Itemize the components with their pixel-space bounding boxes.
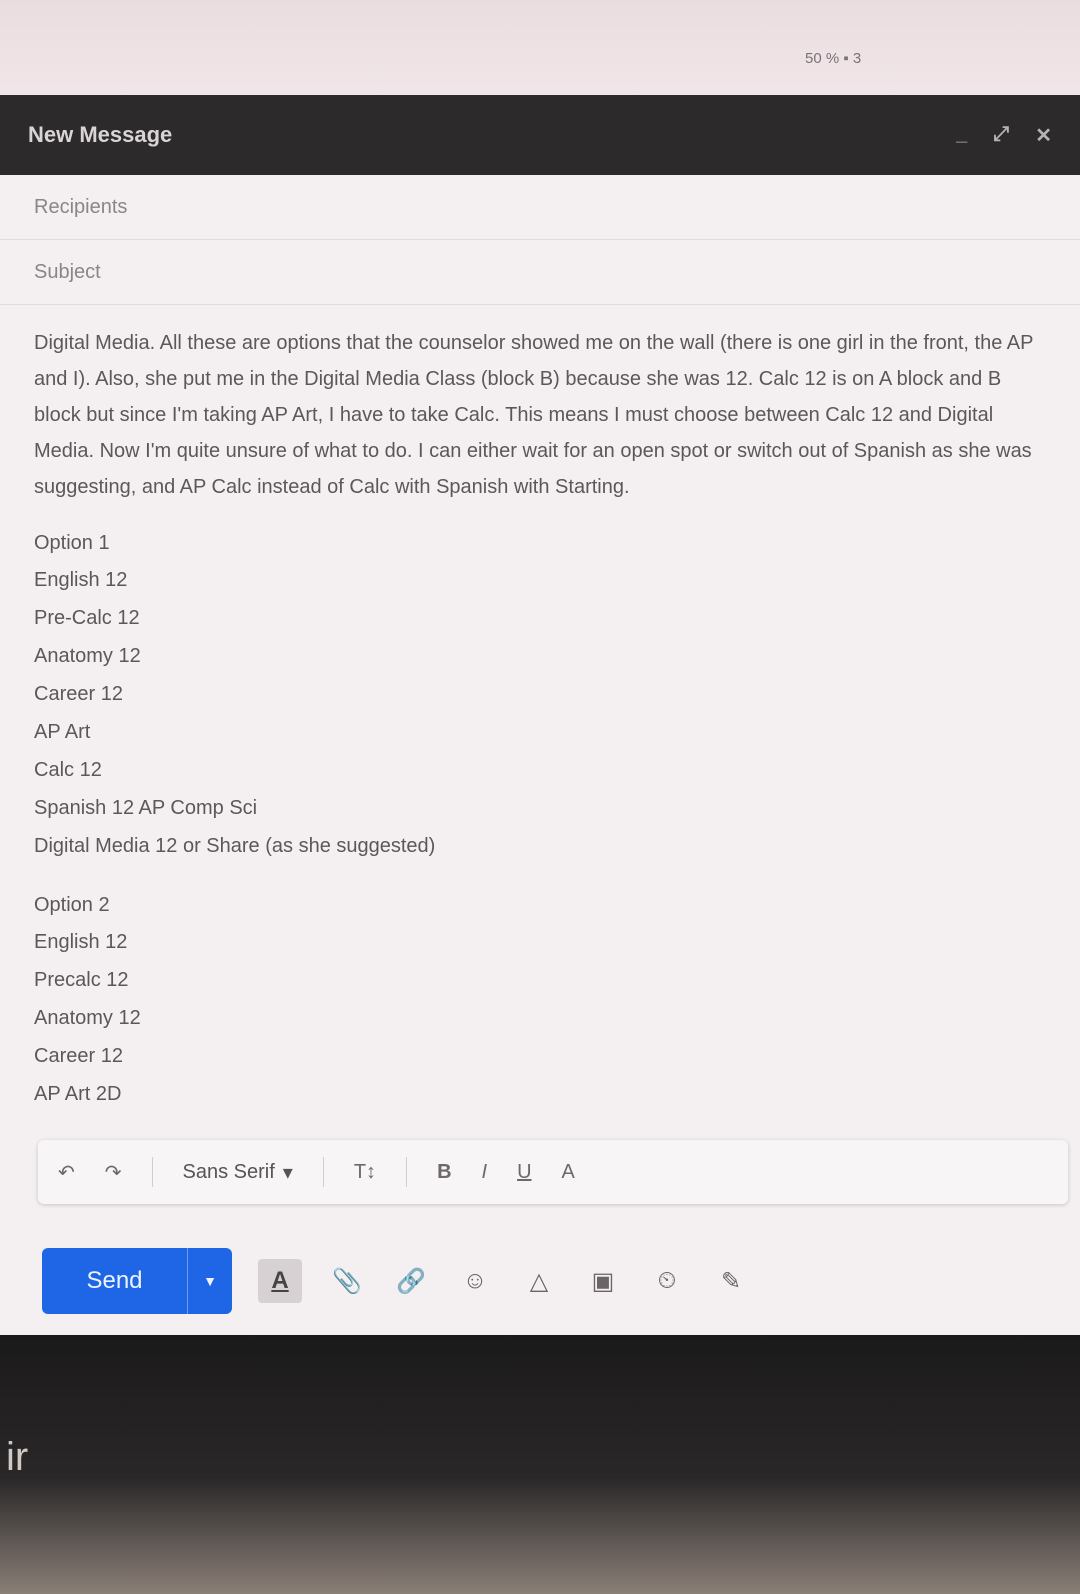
underline-icon[interactable]: U bbox=[517, 1161, 531, 1184]
compose-header: New Message _ ⤢ ✕ bbox=[0, 95, 1080, 175]
text-color-icon[interactable]: A bbox=[562, 1161, 575, 1184]
italic-icon[interactable]: I bbox=[482, 1161, 488, 1184]
attach-icon[interactable]: 📎 bbox=[328, 1262, 366, 1300]
formatting-options-icon[interactable]: A bbox=[258, 1259, 302, 1303]
list-item: Spanish 12 AP Comp Sci bbox=[34, 797, 258, 819]
send-button[interactable]: Send ▼ bbox=[42, 1248, 232, 1314]
compose-bottom-bar: Send ▼ A 📎 🔗 ☺ △ ▣ ⏲ ✎ bbox=[42, 1248, 750, 1314]
subject-field[interactable]: Subject bbox=[0, 240, 1080, 305]
recipients-placeholder: Recipients bbox=[34, 195, 128, 218]
list-item: Anatomy 12 bbox=[34, 1007, 141, 1029]
close-icon[interactable]: ✕ bbox=[1035, 123, 1052, 148]
desk-foreground: ir bbox=[0, 1335, 1080, 1594]
list-item: AP Art 2D bbox=[34, 1083, 122, 1105]
background-wall: 50 % ▪ 3 bbox=[0, 0, 1080, 100]
signature-icon[interactable]: ✎ bbox=[712, 1262, 750, 1300]
drive-icon[interactable]: △ bbox=[520, 1262, 558, 1300]
list-item: English 12 bbox=[34, 569, 128, 591]
desk-text: ir bbox=[6, 1435, 29, 1479]
font-family-label: Sans Serif bbox=[182, 1160, 275, 1183]
compose-header-actions: _ ⤢ ✕ bbox=[956, 123, 1052, 148]
option1-course-list: English 12 Pre-Calc 12 Anatomy 12 Career… bbox=[34, 561, 1046, 865]
list-item: Anatomy 12 bbox=[34, 645, 141, 667]
chevron-down-icon: ▾ bbox=[282, 1161, 293, 1184]
message-body[interactable]: Digital Media. All these are options tha… bbox=[0, 305, 1080, 1113]
undo-icon[interactable]: ↶ bbox=[58, 1160, 75, 1185]
emoji-icon[interactable]: ☺ bbox=[456, 1262, 494, 1300]
option2-heading: Option 2 bbox=[34, 894, 110, 916]
minimize-icon[interactable]: _ bbox=[956, 123, 967, 148]
subject-placeholder: Subject bbox=[34, 260, 101, 283]
bold-icon[interactable]: B bbox=[437, 1161, 451, 1184]
toolbar-divider bbox=[322, 1157, 324, 1187]
list-item: AP Art bbox=[34, 721, 91, 743]
list-item: Career 12 bbox=[34, 1045, 123, 1067]
compose-title: New Message bbox=[28, 122, 173, 147]
fullscreen-icon[interactable]: ⤢ bbox=[993, 123, 1009, 148]
toolbar-divider bbox=[406, 1157, 408, 1187]
confidential-mode-icon[interactable]: ⏲ bbox=[648, 1262, 686, 1300]
photo-icon[interactable]: ▣ bbox=[584, 1262, 622, 1300]
screen-corner-text: 50 % ▪ 3 bbox=[805, 50, 862, 67]
list-item: Digital Media 12 or Share (as she sugges… bbox=[34, 835, 436, 857]
list-item: Pre-Calc 12 bbox=[34, 607, 140, 629]
recipients-field[interactable]: Recipients bbox=[0, 175, 1080, 240]
link-icon[interactable]: 🔗 bbox=[392, 1262, 430, 1300]
font-size-icon[interactable]: T↕ bbox=[354, 1161, 376, 1184]
send-button-label: Send bbox=[86, 1267, 143, 1294]
option1-heading: Option 1 bbox=[34, 532, 110, 554]
option2-course-list: English 12 Precalc 12 Anatomy 12 Career … bbox=[34, 923, 1046, 1113]
font-family-select[interactable]: Sans Serif ▾ bbox=[183, 1160, 293, 1185]
list-item: Precalc 12 bbox=[34, 969, 129, 991]
list-item: Calc 12 bbox=[34, 759, 102, 781]
toolbar-divider bbox=[151, 1157, 153, 1187]
formatting-toolbar: ↶ ↷ Sans Serif ▾ T↕ B I U A bbox=[38, 1140, 1068, 1204]
body-paragraph: Digital Media. All these are options tha… bbox=[34, 332, 1034, 498]
send-options-chevron-icon[interactable]: ▼ bbox=[187, 1248, 232, 1314]
list-item: English 12 bbox=[34, 931, 128, 953]
list-item: Career 12 bbox=[34, 683, 123, 705]
redo-icon[interactable]: ↷ bbox=[105, 1160, 122, 1185]
